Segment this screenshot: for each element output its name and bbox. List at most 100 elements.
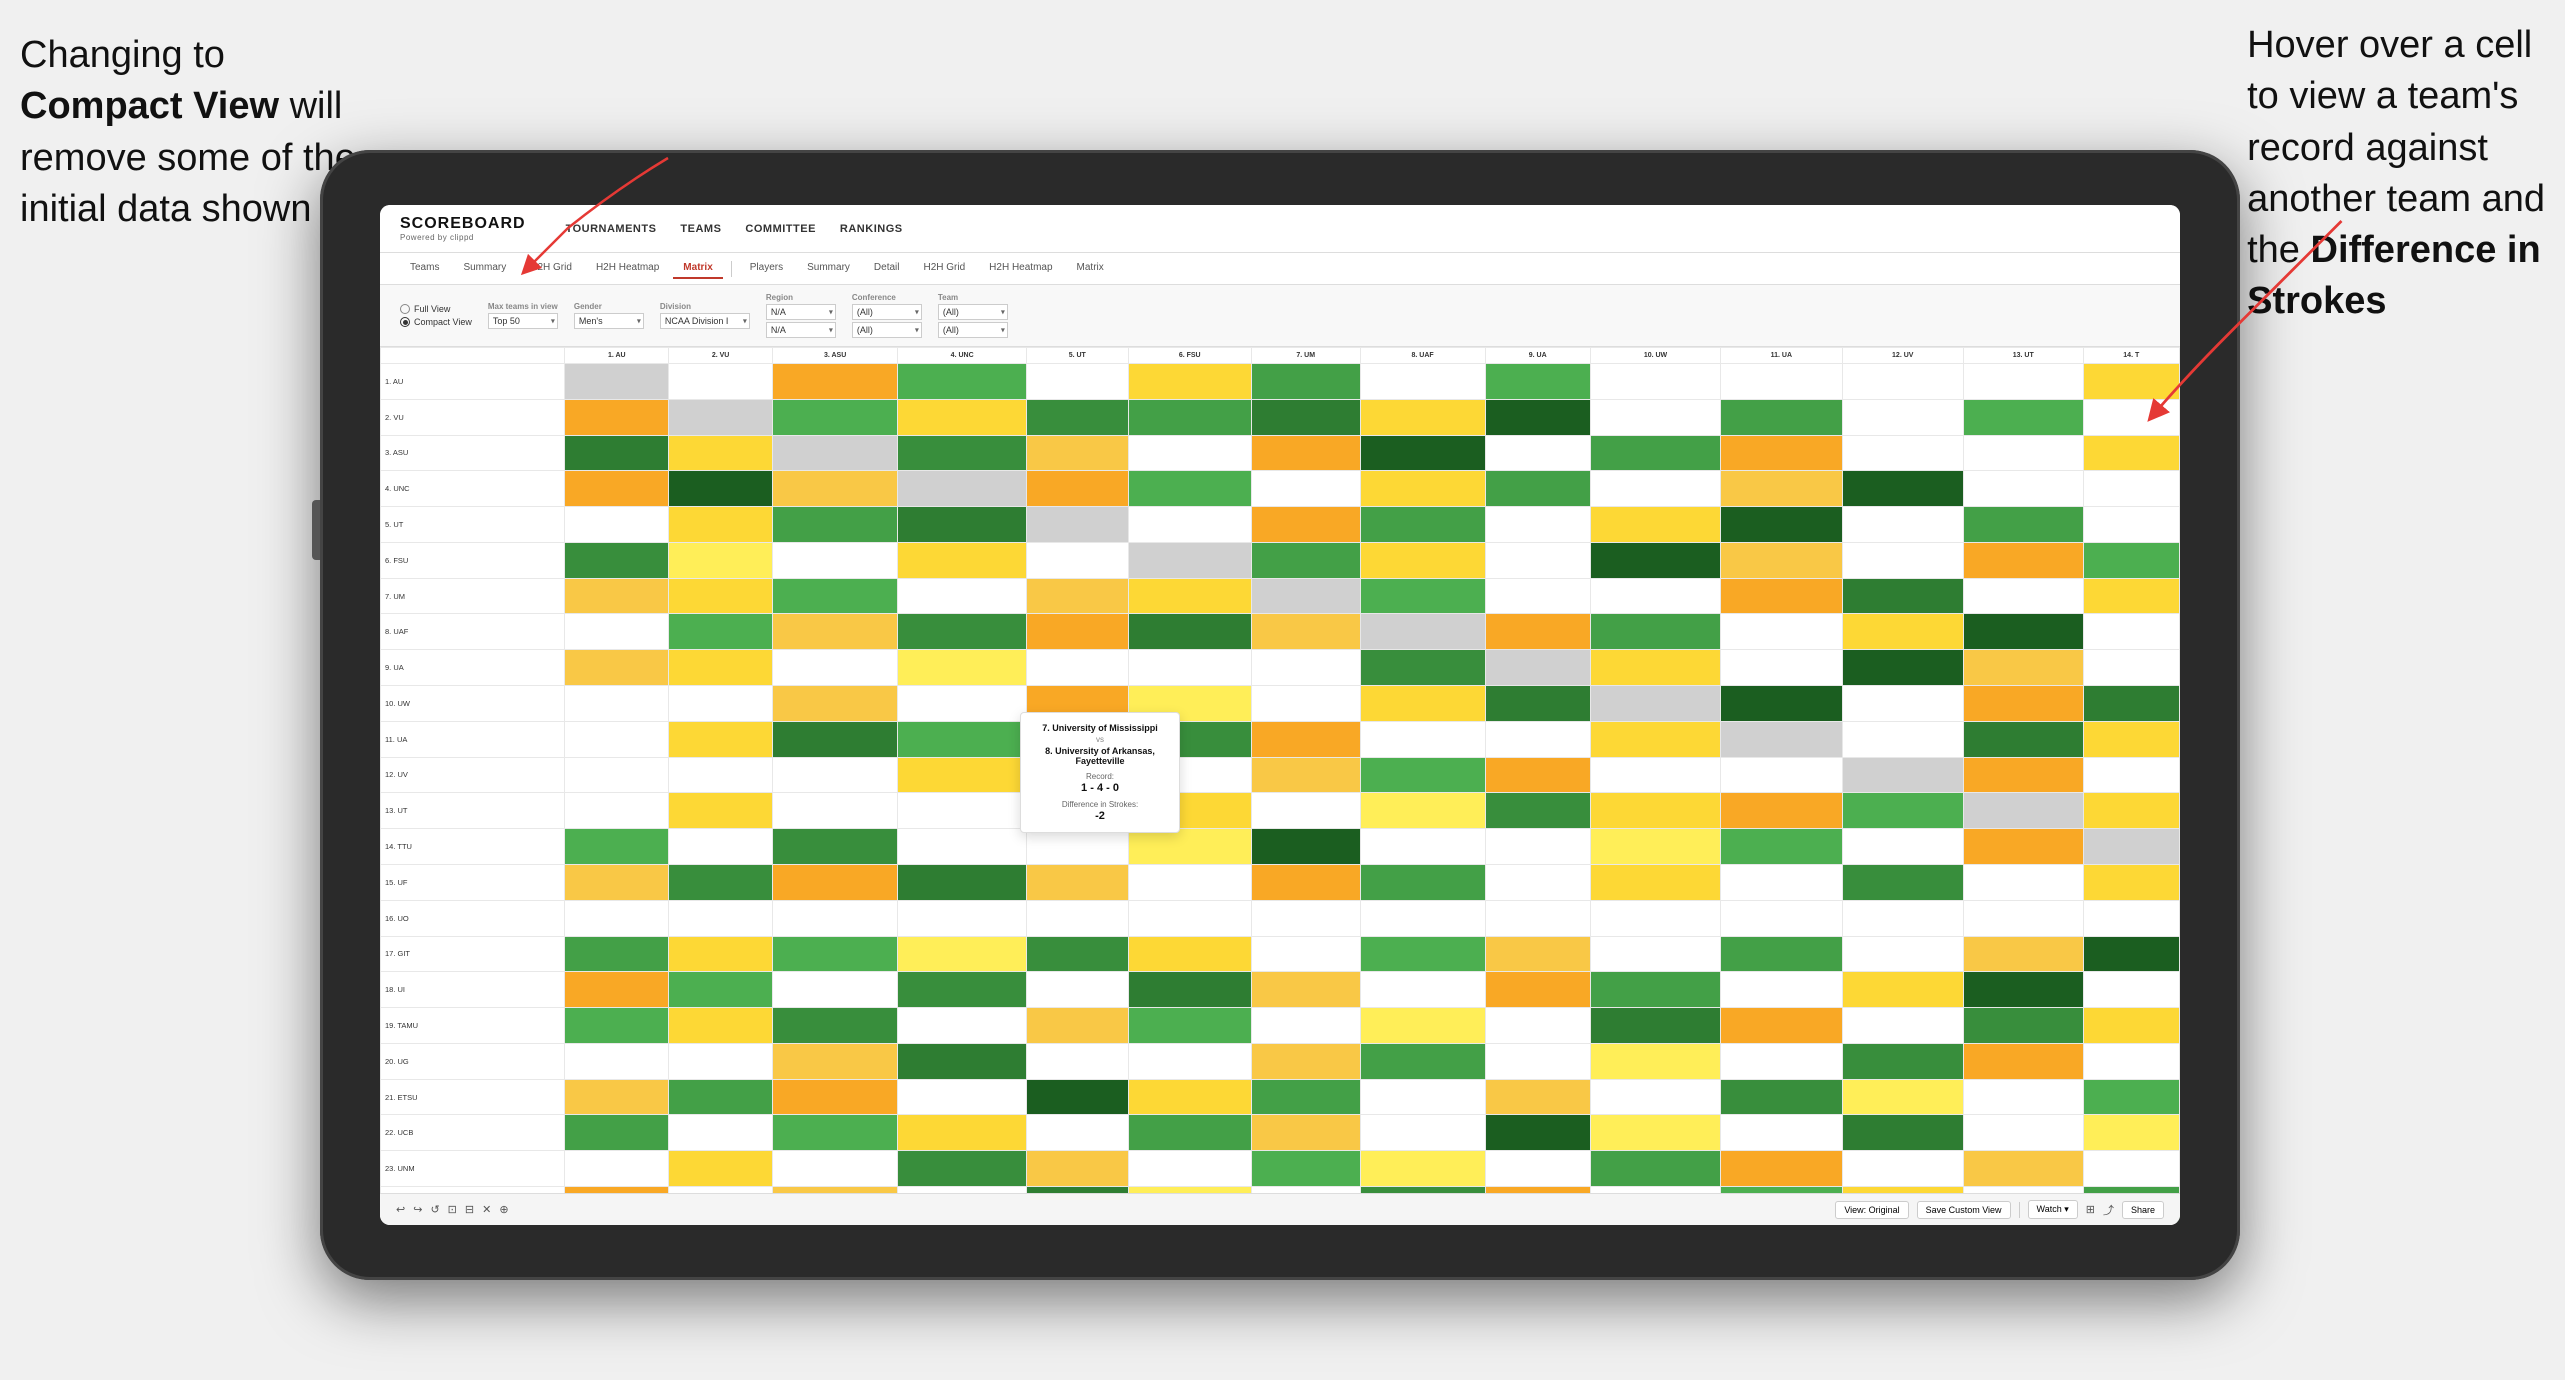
sub-tab-h2h-grid-1[interactable]: H2H Grid [520,258,582,279]
matrix-cell[interactable] [1026,399,1128,435]
matrix-cell[interactable] [772,399,898,435]
save-custom-view-button[interactable]: Save Custom View [1917,1201,2011,1219]
matrix-cell[interactable] [772,972,898,1008]
region-select-2[interactable]: N/A [766,322,836,338]
matrix-cell[interactable] [772,364,898,400]
matrix-cell[interactable] [1842,650,1963,686]
matrix-cell[interactable] [772,650,898,686]
matrix-cell[interactable] [1963,578,2083,614]
matrix-cell[interactable] [1128,900,1251,936]
matrix-cell[interactable] [1251,1079,1360,1115]
matrix-cell[interactable] [1590,757,1720,793]
matrix-cell[interactable] [565,900,669,936]
matrix-cell[interactable] [1963,757,2083,793]
matrix-cell[interactable] [669,578,773,614]
matrix-cell[interactable] [1485,578,1590,614]
matrix-cell[interactable] [1590,1043,1720,1079]
matrix-cell[interactable] [669,972,773,1008]
matrix-cell[interactable] [565,471,669,507]
sub-tab-detail[interactable]: Detail [864,258,910,279]
share-icon[interactable]: ⤴ [2103,1202,2114,1218]
matrix-cell[interactable] [1128,1151,1251,1187]
matrix-cell[interactable] [1251,364,1360,400]
matrix-cell[interactable] [1360,936,1485,972]
matrix-cell[interactable] [565,614,669,650]
matrix-cell[interactable] [1590,435,1720,471]
conference-select-1[interactable]: (All) [852,304,922,320]
matrix-cell[interactable] [1128,578,1251,614]
matrix-cell[interactable] [1721,614,1842,650]
matrix-cell[interactable] [1485,1115,1590,1151]
matrix-cell[interactable] [1360,1079,1485,1115]
matrix-cell[interactable] [1128,1079,1251,1115]
matrix-cell[interactable] [772,1079,898,1115]
matrix-cell[interactable] [1026,435,1128,471]
matrix-cell[interactable] [1485,650,1590,686]
matrix-cell[interactable] [669,721,773,757]
matrix-cell[interactable] [1360,864,1485,900]
matrix-cell[interactable] [1128,650,1251,686]
matrix-cell[interactable] [898,650,1027,686]
close-icon[interactable]: ✕ [482,1203,491,1216]
watch-button[interactable]: Watch ▾ [2028,1200,2078,1219]
matrix-cell[interactable] [669,900,773,936]
matrix-cell[interactable] [1963,1151,2083,1187]
matrix-cell[interactable] [1963,507,2083,543]
nav-rankings[interactable]: RANKINGS [840,221,903,237]
matrix-cell[interactable] [1128,1043,1251,1079]
matrix-cell[interactable] [669,686,773,722]
matrix-cell[interactable] [1842,1043,1963,1079]
matrix-cell[interactable] [1721,900,1842,936]
matrix-cell[interactable] [1026,507,1128,543]
matrix-cell[interactable] [1251,507,1360,543]
matrix-cell[interactable] [2083,1115,2179,1151]
view-original-button[interactable]: View: Original [1835,1201,1908,1219]
matrix-cell[interactable] [2083,1008,2179,1044]
matrix-cell[interactable] [1360,972,1485,1008]
matrix-cell[interactable] [1842,793,1963,829]
matrix-cell[interactable] [1842,936,1963,972]
add-icon[interactable]: ⊕ [499,1203,508,1216]
matrix-cell[interactable] [1251,721,1360,757]
matrix-cell[interactable] [1963,1115,2083,1151]
matrix-cell[interactable] [1128,364,1251,400]
matrix-cell[interactable] [772,1008,898,1044]
matrix-cell[interactable] [2083,578,2179,614]
matrix-cell[interactable] [1842,507,1963,543]
matrix-cell[interactable] [1590,1115,1720,1151]
matrix-cell[interactable] [1721,1151,1842,1187]
matrix-cell[interactable] [565,1115,669,1151]
matrix-cell[interactable] [898,1151,1027,1187]
matrix-cell[interactable] [1251,1008,1360,1044]
matrix-cell[interactable] [2083,1151,2179,1187]
matrix-cell[interactable] [565,364,669,400]
matrix-cell[interactable] [898,900,1027,936]
zoom-fit-icon[interactable]: ⊡ [448,1203,457,1216]
sub-tab-players[interactable]: Players [740,258,793,279]
matrix-cell[interactable] [1963,900,2083,936]
gender-select[interactable]: Men's Women's [574,313,644,329]
matrix-cell[interactable] [1590,471,1720,507]
matrix-cell[interactable] [1963,972,2083,1008]
matrix-cell[interactable] [1026,972,1128,1008]
matrix-cell[interactable] [1485,435,1590,471]
matrix-cell[interactable] [1128,972,1251,1008]
matrix-cell[interactable] [898,972,1027,1008]
matrix-cell[interactable] [669,542,773,578]
redo-icon[interactable]: ↪ [413,1203,422,1216]
matrix-cell[interactable] [1590,614,1720,650]
matrix-cell[interactable] [898,1115,1027,1151]
matrix-cell[interactable] [1590,829,1720,865]
matrix-cell[interactable] [1485,936,1590,972]
matrix-cell[interactable] [898,578,1027,614]
matrix-cell[interactable] [1842,1151,1963,1187]
matrix-cell[interactable] [1251,1151,1360,1187]
matrix-cell[interactable] [898,793,1027,829]
matrix-cell[interactable] [898,471,1027,507]
matrix-cell[interactable] [2083,364,2179,400]
matrix-cell[interactable] [1721,471,1842,507]
matrix-cell[interactable] [1485,829,1590,865]
matrix-cell[interactable] [565,650,669,686]
matrix-cell[interactable] [898,686,1027,722]
matrix-cell[interactable] [898,936,1027,972]
